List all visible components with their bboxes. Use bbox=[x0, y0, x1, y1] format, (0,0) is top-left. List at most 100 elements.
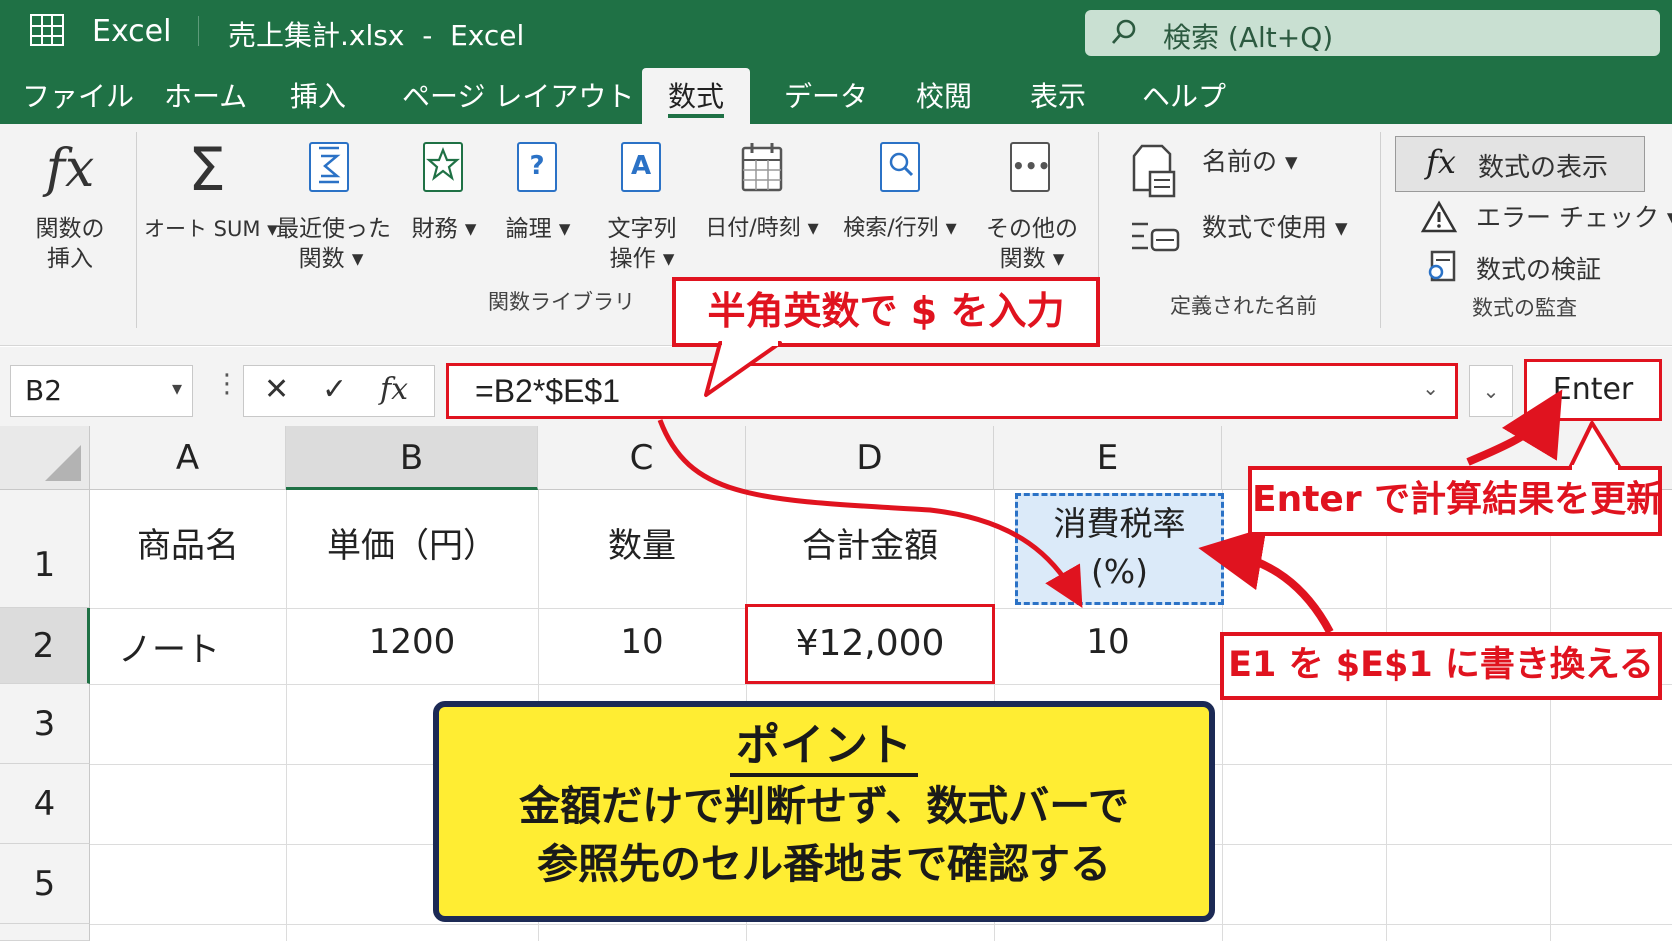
file-title: 売上集計.xlsx - Excel bbox=[228, 19, 525, 52]
chevron-down-icon[interactable]: ▾ bbox=[172, 376, 182, 400]
fx-icon[interactable]: fx bbox=[380, 372, 408, 407]
row-header-6 bbox=[0, 924, 90, 941]
use-in-formula-icon bbox=[1132, 222, 1180, 252]
cell-a2[interactable]: ノート bbox=[90, 622, 286, 671]
logical-button[interactable]: ? 論理 ▾ bbox=[498, 134, 578, 244]
excel-grid-icon bbox=[30, 14, 64, 46]
cell-b1[interactable]: 単価（円） bbox=[286, 518, 538, 567]
search-box[interactable]: 検索 (Alt+Q) bbox=[1085, 10, 1660, 56]
calendar-icon bbox=[741, 143, 783, 192]
text-label-1: 文字列 bbox=[607, 216, 677, 242]
cell-a1[interactable]: 商品名 bbox=[90, 518, 286, 567]
autosum-button[interactable]: Σ オート SUM ▾ bbox=[144, 134, 278, 244]
lookup-label: 検索/行列 ▾ bbox=[843, 216, 957, 241]
app-name: Excel bbox=[92, 14, 172, 49]
date-time-button[interactable]: 日付/時刻 ▾ bbox=[700, 134, 824, 244]
formula-bar: B2 ▾ ⋮ ✕ ✓ fx =B2*$E$1 ⌄ ⌄ Enter bbox=[0, 347, 1672, 426]
formula-text: =B2*$E$1 bbox=[475, 373, 621, 409]
row-header-1[interactable]: 1 bbox=[0, 490, 90, 608]
column-header-b[interactable]: B bbox=[286, 426, 538, 490]
gridline bbox=[1550, 490, 1551, 941]
cell-d2[interactable]: ¥12,000 bbox=[745, 604, 995, 684]
name-box-value: B2 bbox=[25, 374, 63, 407]
column-header-d[interactable]: D bbox=[746, 426, 994, 490]
insert-function-button[interactable]: fx 関数の 挿入 bbox=[18, 134, 122, 274]
callout-enter: Enter で計算結果を更新 bbox=[1248, 466, 1662, 536]
tab-view[interactable]: 表示 bbox=[1030, 75, 1086, 115]
ribbon-tabs: ファイル ホーム 挿入 ページ レイアウト 数式 データ 校閲 表示 ヘルプ bbox=[0, 62, 1672, 124]
callout-replace: E1 を $E$1 に書き換える bbox=[1220, 632, 1662, 700]
more-functions-icon: ••• bbox=[1010, 142, 1050, 192]
row-header-4[interactable]: 4 bbox=[0, 764, 90, 844]
point-box: ポイント 金額だけで判断せず、数式バーで 参照先のセル番地まで確認する bbox=[433, 701, 1215, 922]
text-icon: A bbox=[621, 142, 661, 192]
point-line-2: 参照先のセル番地まで確認する bbox=[537, 840, 1111, 888]
logical-icon: ? bbox=[517, 142, 557, 192]
recent-label-1: 最近使った bbox=[276, 216, 391, 242]
point-title: ポイント bbox=[730, 719, 918, 777]
tab-insert[interactable]: 挿入 bbox=[290, 75, 346, 115]
more-options-icon[interactable]: ⋮ bbox=[214, 369, 240, 399]
search-placeholder: 検索 (Alt+Q) bbox=[1163, 21, 1334, 54]
row-header-2[interactable]: 2 bbox=[0, 608, 90, 684]
fx-icon: fx bbox=[45, 139, 95, 199]
column-header-a[interactable]: A bbox=[90, 426, 286, 490]
cell-e2[interactable]: 10 bbox=[994, 622, 1222, 662]
column-header-e[interactable]: E bbox=[994, 426, 1222, 490]
defined-names-group-label: 定義された名前 bbox=[1170, 294, 1317, 318]
formula-input[interactable]: =B2*$E$1 ⌄ bbox=[446, 363, 1458, 419]
cell-d1[interactable]: 合計金額 bbox=[746, 518, 994, 567]
other-label-2: 関数 ▾ bbox=[999, 246, 1065, 272]
chevron-down-icon[interactable]: ⌄ bbox=[1422, 376, 1439, 401]
tab-file[interactable]: ファイル bbox=[22, 75, 134, 115]
cell-c2[interactable]: 10 bbox=[538, 622, 746, 662]
autosum-label: オート SUM ▾ bbox=[144, 217, 278, 241]
date-time-label: 日付/時刻 ▾ bbox=[705, 216, 819, 241]
select-all-corner[interactable] bbox=[0, 426, 90, 490]
lookup-icon bbox=[880, 142, 920, 192]
name-box[interactable]: B2 ▾ bbox=[10, 365, 193, 417]
callout-dollar: 半角英数で $ を入力 bbox=[672, 277, 1100, 347]
financial-label: 財務 ▾ bbox=[411, 216, 477, 242]
cell-c1[interactable]: 数量 bbox=[538, 518, 746, 567]
other-label-1: その他の bbox=[986, 216, 1078, 242]
formula-auditing-group-label: 数式の監査 bbox=[1472, 296, 1577, 320]
confirm-icon[interactable]: ✓ bbox=[322, 372, 347, 407]
recent-label-2: 関数 ▾ bbox=[298, 246, 364, 272]
evaluate-formula-icon bbox=[1428, 250, 1456, 282]
tab-help[interactable]: ヘルプ bbox=[1142, 75, 1226, 115]
cell-b2[interactable]: 1200 bbox=[286, 622, 538, 662]
tab-formulas[interactable]: 数式 bbox=[642, 68, 751, 124]
logical-label: 論理 ▾ bbox=[505, 216, 571, 242]
function-library-group-label: 関数ライブラリ bbox=[488, 290, 635, 314]
column-header-c[interactable]: C bbox=[538, 426, 746, 490]
row-header-5[interactable]: 5 bbox=[0, 844, 90, 924]
tab-home[interactable]: ホーム bbox=[164, 75, 247, 115]
tab-data[interactable]: データ bbox=[784, 75, 868, 115]
text-label-2: 操作 ▾ bbox=[609, 246, 675, 272]
recently-used-button[interactable]: 最近使った 関数 ▾ bbox=[276, 134, 391, 274]
financial-button[interactable]: 財務 ▾ bbox=[404, 134, 484, 244]
row-header-3[interactable]: 3 bbox=[0, 684, 90, 764]
expand-formula-button[interactable]: ⌄ bbox=[1469, 365, 1513, 417]
other-functions-button[interactable]: ••• その他の 関数 ▾ bbox=[976, 134, 1088, 274]
search-icon bbox=[1111, 19, 1136, 44]
error-checking-button[interactable]: エラー チェック ▾ bbox=[1476, 198, 1672, 234]
name-manager-icon bbox=[1132, 144, 1176, 198]
cancel-icon[interactable]: ✕ bbox=[264, 372, 289, 407]
fx-icon: fx bbox=[1426, 143, 1456, 181]
use-in-formula-button[interactable]: 数式で使用 ▾ bbox=[1202, 208, 1348, 244]
tab-page-layout[interactable]: ページ レイアウト bbox=[402, 75, 634, 115]
tab-review[interactable]: 校閲 bbox=[916, 75, 972, 115]
lookup-button[interactable]: 検索/行列 ▾ bbox=[836, 134, 964, 244]
ribbon-divider bbox=[1380, 132, 1381, 328]
text-functions-button[interactable]: A 文字列 操作 ▾ bbox=[596, 134, 688, 274]
show-formulas-button[interactable]: fx 数式の表示 bbox=[1395, 136, 1645, 192]
recent-functions-icon bbox=[309, 142, 349, 192]
cell-e1[interactable]: 消費税率 (%) bbox=[1015, 493, 1224, 605]
financial-icon bbox=[423, 142, 463, 192]
name-manager-button[interactable]: 名前の ▾ bbox=[1202, 142, 1298, 178]
point-line-1: 金額だけで判断せず、数式バーで bbox=[519, 782, 1129, 830]
evaluate-formula-button[interactable]: 数式の検証 bbox=[1476, 250, 1601, 286]
warning-icon bbox=[1420, 200, 1458, 233]
